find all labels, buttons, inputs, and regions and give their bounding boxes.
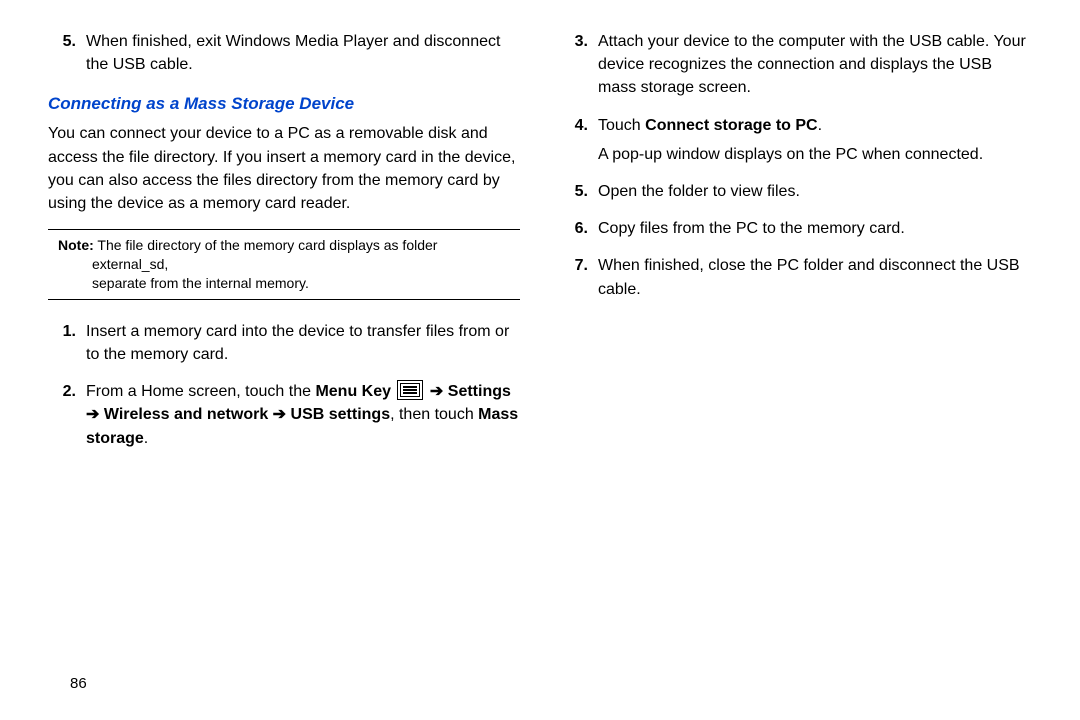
step-text: Insert a memory card into the device to …: [86, 320, 520, 366]
right-step-3: 3. Attach your device to the computer wi…: [560, 30, 1032, 100]
step-text: Touch Connect storage to PC. A pop-up wi…: [598, 114, 1032, 166]
arrow-icon: ➔: [425, 383, 447, 400]
right-step-7: 7. When finished, close the PC folder an…: [560, 254, 1032, 300]
left-step-2: 2. From a Home screen, touch the Menu Ke…: [48, 380, 520, 450]
step4-post: .: [818, 117, 822, 134]
step-text: When finished, exit Windows Media Player…: [86, 30, 520, 76]
arrow-icon: ➔: [86, 406, 104, 423]
right-step-4: 4. Touch Connect storage to PC. A pop-up…: [560, 114, 1032, 166]
section-heading: Connecting as a Mass Storage Device: [48, 94, 520, 114]
left-step-1: 1. Insert a memory card into the device …: [48, 320, 520, 366]
arrow-icon: ➔: [268, 406, 290, 423]
step4-pre: Touch: [598, 117, 645, 134]
step2-menu-key: Menu Key: [315, 383, 391, 400]
page-number: 86: [70, 675, 87, 692]
step-number: 3.: [560, 30, 598, 100]
step2-settings: Settings: [448, 383, 511, 400]
note-box: Note: The file directory of the memory c…: [48, 229, 520, 300]
step4-sub: A pop-up window displays on the PC when …: [598, 146, 983, 163]
step2-period: .: [144, 430, 148, 447]
note-text-b: separate from the internal memory.: [52, 274, 516, 293]
step2-then: , then touch: [390, 406, 478, 423]
step-text: Open the folder to view files.: [598, 180, 1032, 203]
right-step-6: 6. Copy files from the PC to the memory …: [560, 217, 1032, 240]
intro-paragraph: You can connect your device to a PC as a…: [48, 122, 520, 215]
menu-key-icon: [397, 380, 423, 400]
page-container: 5. When finished, exit Windows Media Pla…: [0, 0, 1080, 464]
step2-wireless: Wireless and network: [104, 406, 268, 423]
step-number: 1.: [48, 320, 86, 366]
right-step-5: 5. Open the folder to view files.: [560, 180, 1032, 203]
note-text-a: The file directory of the memory card di…: [92, 237, 437, 272]
step-text: When finished, close the PC folder and d…: [598, 254, 1032, 300]
step-number: 4.: [560, 114, 598, 166]
left-column: 5. When finished, exit Windows Media Pla…: [48, 30, 520, 464]
step-number: 2.: [48, 380, 86, 450]
note-label: Note:: [58, 237, 94, 253]
right-column: 3. Attach your device to the computer wi…: [560, 30, 1032, 464]
step-number: 5.: [48, 30, 86, 76]
step2-pre: From a Home screen, touch the: [86, 383, 315, 400]
step4-bold: Connect storage to PC: [645, 117, 817, 134]
step-number: 7.: [560, 254, 598, 300]
step2-usb: USB settings: [291, 406, 391, 423]
step-number: 6.: [560, 217, 598, 240]
left-step-5: 5. When finished, exit Windows Media Pla…: [48, 30, 520, 76]
step-text: Copy files from the PC to the memory car…: [598, 217, 1032, 240]
step-text: From a Home screen, touch the Menu Key ➔…: [86, 380, 520, 450]
step-text: Attach your device to the computer with …: [598, 30, 1032, 100]
step-number: 5.: [560, 180, 598, 203]
